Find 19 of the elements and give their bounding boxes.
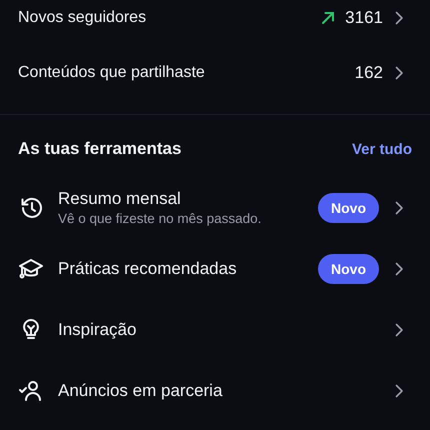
stat-value: 162 [354,62,383,82]
tool-title: Anúncios em parceria [58,380,224,400]
section-title: As tuas ferramentas [18,139,182,159]
tool-title: Resumo mensal [58,189,182,209]
stat-label: Conteúdos que partilhaste [18,64,206,82]
chevron-icon [395,10,404,24]
chevron-icon [395,66,404,80]
chevron-icon [395,262,404,276]
see-all-link[interactable]: Ver tudo [352,140,412,158]
chevron-icon [395,384,404,398]
tool-title: Inspiração [58,320,138,340]
new-badge: Novo [318,192,379,222]
tool-title: Práticas recomendadas [58,258,238,278]
stat-value: 3161 [345,8,383,28]
chevron-icon [395,322,404,336]
chevron-icon [395,200,404,214]
tool-subtitle: Vê o que fizeste no mês passado. [58,211,262,226]
stat-label: Novos seguidores [18,8,148,26]
new-badge: Novo [318,254,379,284]
